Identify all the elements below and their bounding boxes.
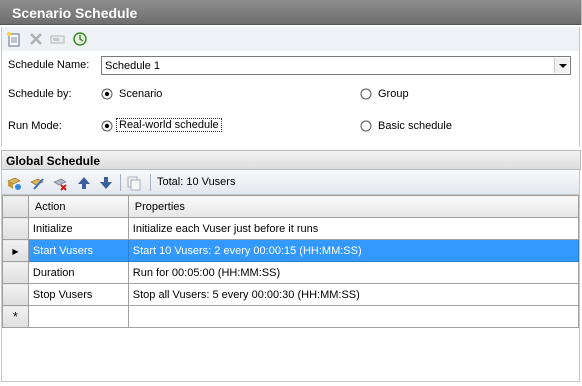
- column-header-action[interactable]: Action: [27, 195, 129, 218]
- radio-real-world-label[interactable]: Real-world schedule: [116, 118, 222, 132]
- delete-icon[interactable]: [28, 31, 44, 47]
- global-schedule-toolbar: Total: 10 Vusers: [1, 170, 580, 195]
- radio-real-world[interactable]: [101, 120, 113, 132]
- action-cell[interactable]: Initialize: [27, 217, 129, 240]
- schedule-name-label: Schedule Name:: [8, 59, 90, 71]
- schedule-name-select[interactable]: Schedule 1: [101, 56, 571, 75]
- row-header[interactable]: [2, 283, 29, 306]
- current-row-arrow-icon: ▶: [12, 246, 19, 256]
- global-schedule-grid: Action Properties Initialize Initialize …: [1, 195, 580, 382]
- schedule-name-value: Schedule 1: [105, 60, 161, 72]
- action-cell[interactable]: Stop Vusers: [27, 283, 129, 306]
- radio-scenario-label[interactable]: Scenario: [119, 88, 162, 100]
- radio-basic[interactable]: [360, 120, 372, 132]
- global-schedule-title: Global Schedule: [6, 154, 101, 168]
- title-bar: Scenario Schedule: [0, 0, 582, 25]
- copy-icon[interactable]: [126, 175, 142, 191]
- column-header-properties[interactable]: Properties: [127, 195, 580, 218]
- properties-cell[interactable]: Run for 00:05:00 (HH:MM:SS): [127, 261, 580, 284]
- new-properties-cell[interactable]: [127, 305, 580, 328]
- schedule-clock-icon[interactable]: [72, 31, 88, 47]
- chevron-down-icon[interactable]: [554, 58, 569, 73]
- global-schedule-header: Global Schedule: [1, 150, 581, 170]
- action-cell[interactable]: Duration: [27, 261, 129, 284]
- action-cell[interactable]: Start Vusers: [27, 239, 129, 262]
- schedule-form: Schedule Name: Schedule 1 Schedule by: S…: [1, 51, 580, 147]
- new-row-marker[interactable]: *: [2, 305, 29, 328]
- properties-cell[interactable]: Initialize each Vuser just before it run…: [127, 217, 580, 240]
- run-mode-label: Run Mode:: [8, 120, 62, 132]
- radio-basic-label[interactable]: Basic schedule: [378, 120, 452, 132]
- schedule-by-label: Schedule by:: [8, 88, 72, 100]
- table-row[interactable]: Initialize Initialize each Vuser just be…: [2, 217, 580, 240]
- radio-group-label[interactable]: Group: [378, 88, 409, 100]
- schedule-toolbar: [1, 27, 580, 51]
- move-up-icon[interactable]: [76, 175, 92, 191]
- new-schedule-icon[interactable]: [6, 31, 22, 47]
- total-vusers: Total: 10 Vusers: [157, 176, 236, 188]
- add-action-icon[interactable]: [6, 175, 22, 191]
- properties-cell[interactable]: Start 10 Vusers: 2 every 00:00:15 (HH:MM…: [127, 239, 580, 262]
- row-header-current[interactable]: ▶: [2, 239, 29, 262]
- row-header[interactable]: [2, 217, 29, 240]
- properties-cell[interactable]: Stop all Vusers: 5 every 00:00:30 (HH:MM…: [127, 283, 580, 306]
- table-row-selected[interactable]: ▶ Start Vusers Start 10 Vusers: 2 every …: [2, 239, 580, 262]
- schedule-table: Action Properties Initialize Initialize …: [2, 195, 580, 328]
- rename-icon[interactable]: [50, 31, 66, 47]
- move-down-icon[interactable]: [98, 175, 114, 191]
- table-row[interactable]: Stop Vusers Stop all Vusers: 5 every 00:…: [2, 283, 580, 306]
- row-header-corner: [2, 195, 29, 218]
- delete-action-icon[interactable]: [52, 175, 68, 191]
- new-action-cell[interactable]: [27, 305, 129, 328]
- window-title: Scenario Schedule: [12, 5, 138, 21]
- edit-action-icon[interactable]: [29, 175, 45, 191]
- row-header[interactable]: [2, 261, 29, 284]
- table-row[interactable]: Duration Run for 00:05:00 (HH:MM:SS): [2, 261, 580, 284]
- table-header-row: Action Properties: [2, 195, 580, 218]
- radio-group[interactable]: [360, 88, 372, 100]
- new-row[interactable]: *: [2, 305, 580, 328]
- radio-scenario[interactable]: [101, 88, 113, 100]
